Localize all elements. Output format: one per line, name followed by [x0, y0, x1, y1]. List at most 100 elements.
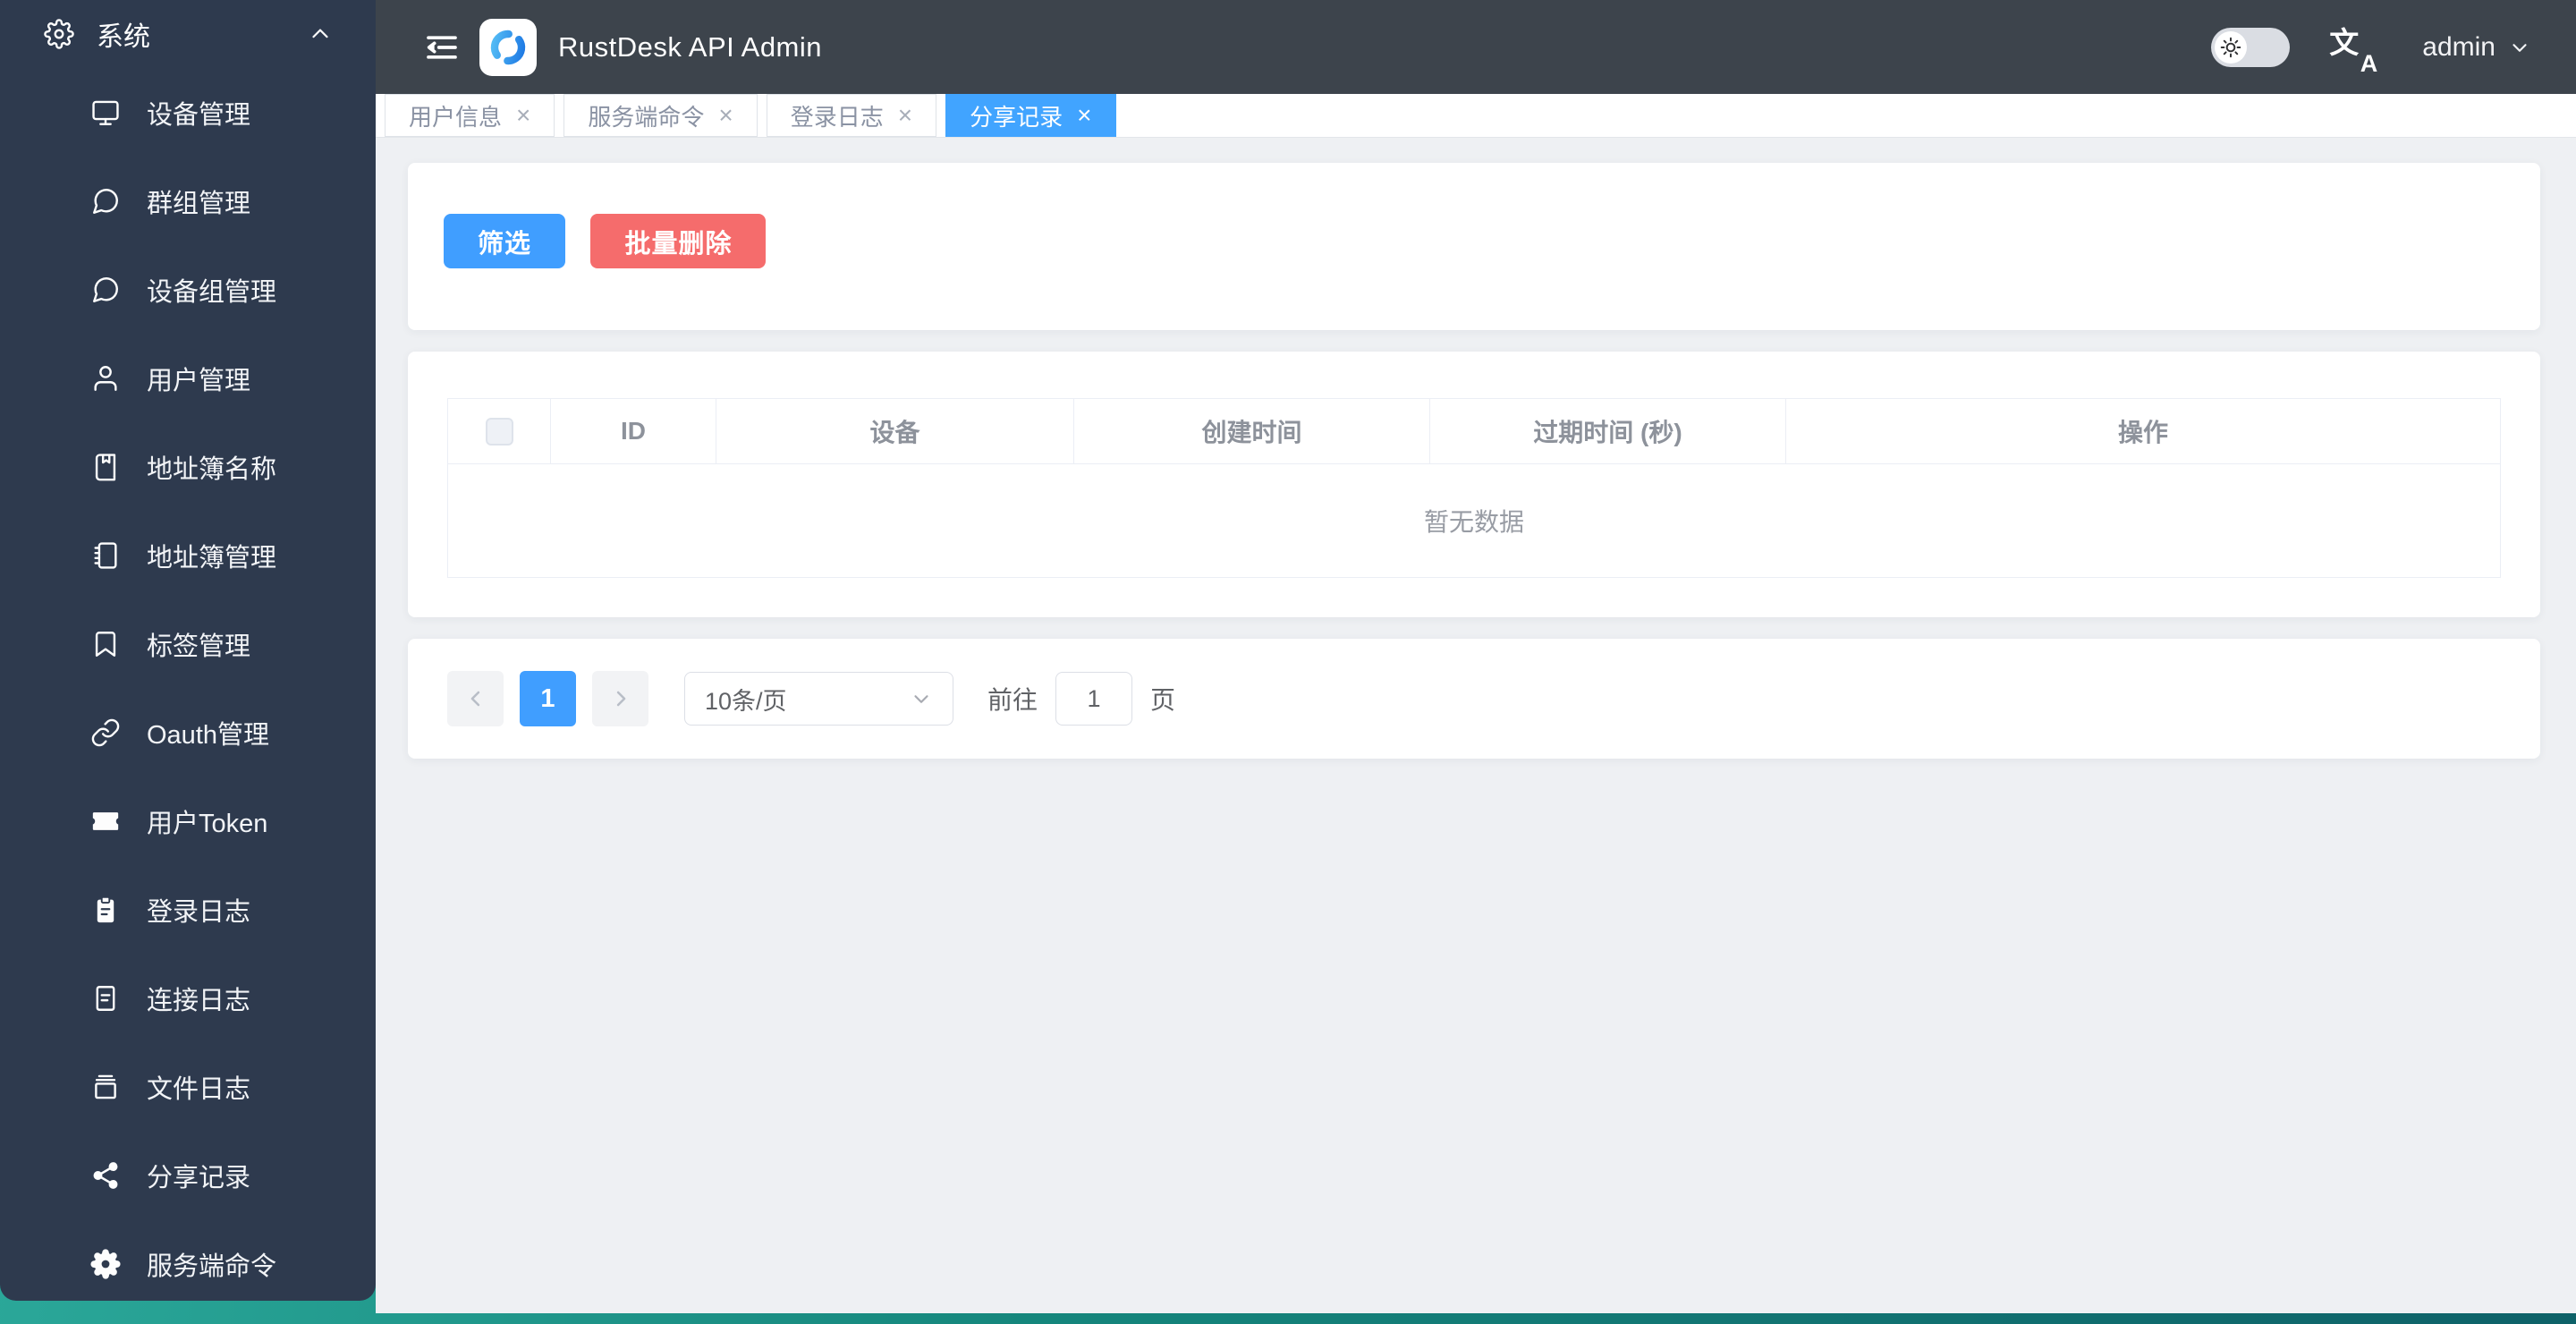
app-title: RustDesk API Admin — [558, 30, 823, 63]
pagination-card: 1 10条/页 前往 页 — [408, 639, 2540, 759]
tab-label: 分享记录 — [970, 103, 1063, 131]
page-unit-label: 页 — [1150, 686, 1176, 714]
column-header-actions: 操作 — [1786, 399, 2500, 464]
sidebar-item-label: 文件日志 — [147, 1074, 251, 1104]
chevron-down-icon — [2512, 43, 2527, 52]
page-size-value: 10条/页 — [705, 687, 787, 715]
sidebar-item-label: 地址簿名称 — [147, 454, 277, 484]
sidebar-item-label: 登录日志 — [147, 897, 251, 927]
tab-login-log[interactable]: 登录日志 × — [766, 94, 937, 137]
tab-bar: 用户信息 × 服务端命令 × 登录日志 × 分享记录 × — [376, 94, 2576, 138]
sidebar-item-label: 分享记录 — [147, 1163, 251, 1192]
sidebar-item-oauth-management[interactable]: Oauth管理 — [0, 688, 376, 777]
goto-label: 前往 — [987, 686, 1038, 714]
sidebar-collapse-icon[interactable] — [422, 28, 462, 67]
table-header-row: ID 设备 创建时间 过期时间 (秒) 操作 — [448, 399, 2500, 464]
column-header-device: 设备 — [716, 399, 1074, 464]
page-number-button[interactable]: 1 — [520, 671, 576, 726]
sidebar-item-tag-management[interactable]: 标签管理 — [0, 599, 376, 688]
sidebar-item-group-management[interactable]: 群组管理 — [0, 157, 376, 245]
user-icon — [89, 362, 122, 395]
close-icon[interactable]: × — [1077, 103, 1091, 128]
goto-page-input[interactable] — [1055, 672, 1133, 726]
theme-toggle[interactable] — [2211, 27, 2291, 67]
chevron-right-icon — [616, 691, 625, 707]
tab-label: 登录日志 — [790, 103, 884, 131]
main-area: RustDesk API Admin 文 A admin 用户信息 × 服务端命… — [376, 0, 2576, 1313]
sidebar: 系统 设备管理 群组管理 设备组管理 用户管理 地址簿名称 地址簿管理 标签管理… — [0, 0, 376, 1301]
sidebar-item-connection-log[interactable]: 连接日志 — [0, 954, 376, 1042]
sidebar-section-label: 系统 — [97, 22, 150, 52]
header-actions: 文 A admin — [2211, 22, 2531, 77]
chat-bubble-icon — [89, 185, 122, 217]
column-header-expire-time: 过期时间 (秒) — [1430, 399, 1786, 464]
rustdesk-logo — [479, 18, 537, 76]
clipboard-icon — [89, 894, 122, 926]
share-record-table: ID 设备 创建时间 过期时间 (秒) 操作 暂无数据 — [447, 398, 2501, 578]
sidebar-item-label: 用户Token — [147, 809, 268, 838]
gear-icon — [43, 18, 75, 50]
chevron-left-icon — [470, 691, 479, 707]
language-switch-icon[interactable]: 文 A — [2329, 22, 2377, 77]
close-icon[interactable]: × — [718, 103, 733, 128]
sidebar-item-label: 服务端命令 — [147, 1252, 277, 1281]
sidebar-item-share-record[interactable]: 分享记录 — [0, 1131, 376, 1219]
chat-bubble-icon — [89, 274, 122, 306]
app-window: 系统 设备管理 群组管理 设备组管理 用户管理 地址簿名称 地址簿管理 标签管理… — [0, 0, 2576, 1313]
next-page-button[interactable] — [592, 671, 648, 726]
batch-delete-button[interactable]: 批量删除 — [590, 214, 767, 268]
top-header: RustDesk API Admin 文 A admin — [376, 0, 2576, 94]
document-icon — [89, 982, 122, 1014]
column-header-created-time: 创建时间 — [1074, 399, 1430, 464]
sidebar-item-user-token[interactable]: 用户Token — [0, 777, 376, 865]
sidebar-item-label: 标签管理 — [147, 632, 251, 661]
select-all-checkbox[interactable] — [485, 417, 513, 446]
share-icon — [89, 1159, 122, 1192]
sun-icon — [2215, 30, 2248, 64]
tab-label: 用户信息 — [409, 103, 503, 131]
table-empty-state: 暂无数据 — [1423, 508, 1524, 536]
user-dropdown[interactable]: admin — [2422, 32, 2531, 63]
close-icon[interactable]: × — [516, 103, 530, 128]
sidebar-item-label: 设备管理 — [147, 100, 251, 130]
filter-button[interactable]: 筛选 — [444, 214, 566, 268]
ticket-icon — [89, 805, 122, 837]
sidebar-item-label: Oauth管理 — [147, 720, 269, 750]
bookmark-icon — [89, 628, 122, 660]
sidebar-item-addressbook-name[interactable]: 地址簿名称 — [0, 422, 376, 511]
sidebar-item-login-log[interactable]: 登录日志 — [0, 865, 376, 954]
page-content: 筛选 批量删除 ID 设备 创建时间 过期时间 (秒) 操作 暂无数据 1 10… — [376, 138, 2576, 1313]
sidebar-item-user-management[interactable]: 用户管理 — [0, 334, 376, 422]
sidebar-item-file-log[interactable]: 文件日志 — [0, 1042, 376, 1131]
sidebar-item-label: 地址簿管理 — [147, 543, 277, 573]
sidebar-item-label: 用户管理 — [147, 366, 251, 395]
chevron-up-icon — [304, 18, 336, 50]
sidebar-item-label: 群组管理 — [147, 189, 251, 218]
table-card: ID 设备 创建时间 过期时间 (秒) 操作 暂无数据 — [408, 352, 2540, 617]
page-size-select[interactable]: 10条/页 — [684, 672, 953, 726]
sidebar-item-device-group-management[interactable]: 设备组管理 — [0, 245, 376, 334]
archive-icon — [89, 1071, 122, 1103]
prev-page-button[interactable] — [447, 671, 504, 726]
book-bookmark-icon — [89, 451, 122, 483]
close-icon[interactable]: × — [898, 103, 912, 128]
monitor-icon — [89, 97, 122, 129]
sidebar-section-system[interactable]: 系统 — [0, 0, 376, 68]
sidebar-item-device-management[interactable]: 设备管理 — [0, 68, 376, 157]
sidebar-item-server-command[interactable]: 服务端命令 — [0, 1219, 376, 1308]
tab-label: 服务端命令 — [588, 103, 705, 131]
filter-card: 筛选 批量删除 — [408, 163, 2540, 330]
tab-user-info[interactable]: 用户信息 × — [385, 94, 555, 137]
link-icon — [89, 717, 122, 749]
chevron-down-icon — [914, 695, 928, 703]
notebook-icon — [89, 539, 122, 572]
gear-filled-icon — [89, 1248, 122, 1280]
sidebar-item-addressbook-management[interactable]: 地址簿管理 — [0, 511, 376, 599]
user-name: admin — [2422, 31, 2496, 62]
tab-share-record[interactable]: 分享记录 × — [945, 94, 1116, 137]
column-header-id: ID — [551, 399, 716, 464]
sidebar-item-label: 连接日志 — [147, 986, 251, 1015]
tab-server-command[interactable]: 服务端命令 × — [564, 94, 758, 137]
sidebar-item-label: 设备组管理 — [147, 277, 277, 307]
table-header-checkbox-cell — [448, 399, 551, 464]
